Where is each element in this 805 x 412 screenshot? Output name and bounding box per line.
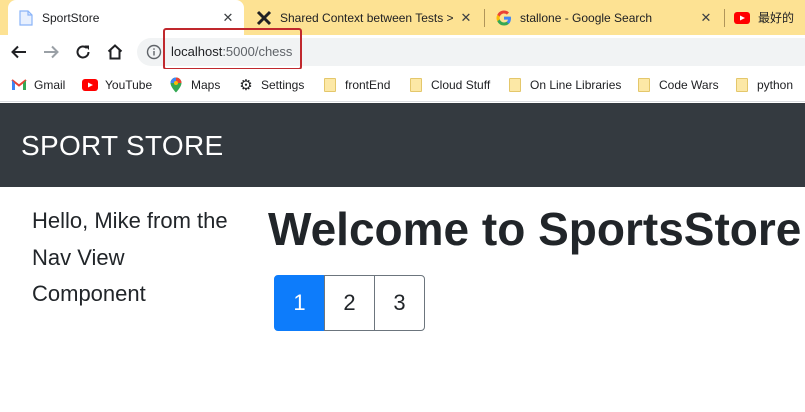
youtube-icon xyxy=(82,77,98,93)
bookmark-label: Maps xyxy=(191,78,221,92)
brand-title: SPORT STORE xyxy=(21,130,224,161)
google-icon xyxy=(496,10,512,26)
close-icon[interactable]: ✕ xyxy=(458,10,474,26)
tab-youtube[interactable]: 最好的 xyxy=(726,0,805,35)
browser-toolbar xyxy=(0,35,805,69)
bookmark-python[interactable]: python xyxy=(734,76,793,94)
bookmark-label: Settings xyxy=(261,78,305,92)
bookmark-label: frontEnd xyxy=(345,78,391,92)
bookmark-maps[interactable]: Maps xyxy=(168,76,220,94)
bookmark-label: Code Wars xyxy=(659,78,719,92)
youtube-icon xyxy=(734,10,750,26)
bookmark-settings[interactable]: ⚙ Settings xyxy=(238,76,304,94)
page-icon xyxy=(18,9,34,26)
tab-google-search[interactable]: stallone - Google Search ✕ xyxy=(486,0,722,35)
page-button-1[interactable]: 1 xyxy=(274,275,325,331)
xunit-icon xyxy=(256,10,272,26)
tab-separator xyxy=(484,9,485,27)
folder-icon xyxy=(734,77,750,93)
tab-title: SportStore xyxy=(42,10,100,25)
reload-icon xyxy=(76,45,90,59)
folder-icon xyxy=(322,77,338,93)
bookmark-code-wars[interactable]: Code Wars xyxy=(636,76,719,94)
bookmarks-bar: Gmail YouTube Maps ⚙ Settings frontEnd C… xyxy=(0,69,805,102)
info-icon[interactable] xyxy=(145,43,163,61)
page-button-3[interactable]: 3 xyxy=(374,275,425,331)
home-button[interactable] xyxy=(102,39,128,65)
bookmark-label: Gmail xyxy=(34,78,66,92)
bookmark-label: Cloud Stuff xyxy=(431,78,491,92)
page-button-2[interactable]: 2 xyxy=(324,275,375,331)
close-icon[interactable]: ✕ xyxy=(220,10,236,26)
bookmark-label: YouTube xyxy=(105,78,153,92)
site-header: SPORT STORE xyxy=(0,103,805,187)
bookmark-frontend[interactable]: frontEnd xyxy=(322,76,390,94)
tab-title: 最好的 xyxy=(758,11,795,25)
close-icon[interactable]: ✕ xyxy=(698,10,714,26)
tab-separator xyxy=(724,9,725,27)
maps-icon xyxy=(168,77,184,93)
folder-icon xyxy=(636,77,652,93)
folder-icon xyxy=(507,77,523,93)
folder-icon xyxy=(408,77,424,93)
gmail-icon xyxy=(11,77,27,93)
gear-icon: ⚙ xyxy=(239,77,253,94)
back-button[interactable] xyxy=(6,39,32,65)
bookmark-online-libraries[interactable]: On Line Libraries xyxy=(507,76,621,94)
reload-button[interactable] xyxy=(70,39,96,65)
bookmark-cloud-stuff[interactable]: Cloud Stuff xyxy=(408,76,490,94)
forward-button[interactable] xyxy=(38,39,64,65)
bookmark-label: python xyxy=(757,78,794,92)
page-title: Welcome to SportsStore xyxy=(268,203,802,255)
url-highlight-box xyxy=(163,28,302,70)
bookmark-youtube[interactable]: YouTube xyxy=(82,76,152,94)
tab-strip: SportStore ✕ Shared Context between Test… xyxy=(0,0,805,35)
tab-title: stallone - Google Search xyxy=(520,10,653,25)
nav-greeting: Hello, Mike from the Nav View Component xyxy=(32,208,228,306)
bookmark-gmail[interactable]: Gmail xyxy=(11,76,65,94)
bookmark-label: On Line Libraries xyxy=(530,78,622,92)
tab-title: Shared Context between Tests > xyxy=(280,10,454,25)
home-icon xyxy=(107,44,123,60)
arrow-right-icon xyxy=(44,45,59,59)
pagination: 1 2 3 xyxy=(274,275,425,331)
arrow-left-icon xyxy=(11,45,26,59)
